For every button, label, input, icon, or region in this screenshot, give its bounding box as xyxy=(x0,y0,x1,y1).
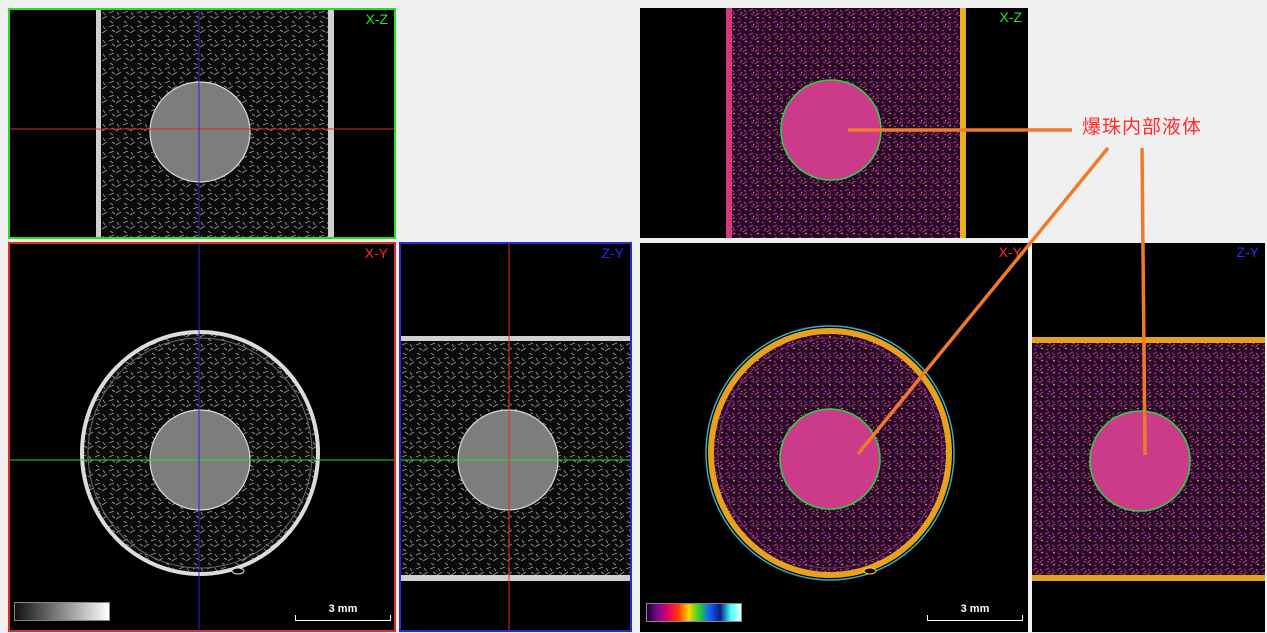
right-xz-view[interactable]: X-Z xyxy=(640,8,1028,238)
hue-colorbar xyxy=(646,603,742,622)
view-label: Z-Y xyxy=(1236,244,1259,260)
left-zy-slice-image xyxy=(401,244,630,630)
right-xz-slice-image xyxy=(726,8,966,238)
scale-bar-line xyxy=(295,615,391,621)
view-label: X-Z xyxy=(365,11,388,27)
view-label: X-Y xyxy=(998,244,1022,260)
scale-bar: 3 mm xyxy=(295,603,391,621)
left-xy-view[interactable]: X-Y 3 mm xyxy=(8,242,396,632)
left-xy-slice-image xyxy=(10,244,394,630)
grayscale-colorbar xyxy=(14,602,110,621)
left-zy-view[interactable]: Z-Y xyxy=(399,242,632,632)
view-label: X-Z xyxy=(999,9,1022,25)
right-zy-view[interactable]: Z-Y xyxy=(1032,243,1265,632)
right-xy-view[interactable]: X-Y 3 mm xyxy=(640,243,1028,632)
left-xz-view[interactable]: X-Z xyxy=(8,8,396,239)
ct-viewer-canvas: X-Z X-Y 3 mm Z-Y X-Z X-Y 3 mm Z-Y 爆珠内部液体 xyxy=(0,0,1267,633)
left-xz-slice-image xyxy=(10,10,394,237)
scale-bar: 3 mm xyxy=(927,603,1023,621)
annotation-label: 爆珠内部液体 xyxy=(1082,116,1203,138)
scale-bar-line xyxy=(927,615,1023,621)
view-label: Z-Y xyxy=(601,245,624,261)
right-zy-slice-image xyxy=(1032,337,1265,581)
right-xy-slice-image xyxy=(705,325,955,581)
view-label: X-Y xyxy=(364,245,388,261)
